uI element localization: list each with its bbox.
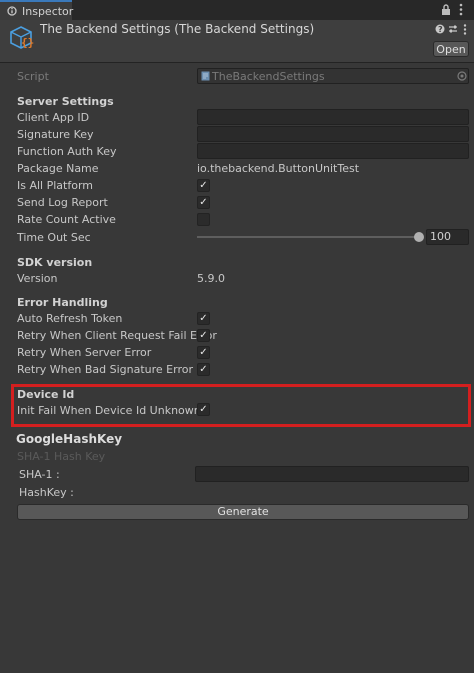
google-hash-key-heading: GoogleHashKey — [16, 432, 123, 446]
package-name-label: Package Name — [17, 162, 99, 175]
sha1-label: SHA-1 : — [19, 468, 60, 481]
retry-server-error-checkbox[interactable]: ✓ — [197, 346, 210, 359]
script-label: Script — [17, 70, 49, 83]
send-log-report-checkbox[interactable]: ✓ — [197, 196, 210, 209]
server-settings-heading: Server Settings — [17, 95, 114, 108]
init-fail-device-id-label: Init Fail When Device Id Unknown — [17, 404, 201, 417]
time-out-slider-track[interactable] — [197, 236, 420, 238]
init-fail-device-id-checkbox[interactable]: ✓ — [197, 403, 210, 416]
signature-key-label: Signature Key — [17, 128, 94, 141]
rate-count-active-checkbox[interactable] — [197, 213, 210, 226]
script-file-icon — [201, 71, 210, 84]
tab-label: Inspector — [22, 5, 74, 18]
check-icon: ✓ — [199, 347, 208, 358]
sha1-input[interactable] — [195, 466, 469, 482]
retry-bad-signature-label: Retry When Bad Signature Error — [17, 363, 193, 376]
kebab-menu-icon[interactable] — [459, 3, 463, 19]
retry-server-error-label: Retry When Server Error — [17, 346, 152, 359]
retry-client-request-checkbox[interactable]: ✓ — [197, 329, 210, 342]
open-button[interactable]: Open — [433, 41, 469, 57]
version-value: 5.9.0 — [197, 272, 225, 285]
package-name-value: io.thebackend.ButtonUnitTest — [197, 162, 360, 175]
version-label: Version — [17, 272, 58, 285]
auto-refresh-token-checkbox[interactable]: ✓ — [197, 312, 210, 325]
is-all-platform-label: Is All Platform — [17, 179, 93, 192]
sha1-hash-key-hint: SHA-1 Hash Key — [17, 450, 106, 463]
auto-refresh-token-label: Auto Refresh Token — [17, 312, 123, 325]
inspector-tab-icon — [7, 6, 17, 19]
send-log-report-label: Send Log Report — [17, 196, 108, 209]
check-icon: ✓ — [199, 330, 208, 341]
help-icon[interactable]: ? — [435, 24, 445, 37]
retry-client-request-label: Retry When Client Request Fail Error — [17, 329, 217, 342]
client-app-id-input[interactable] — [197, 109, 469, 125]
check-icon: ✓ — [199, 180, 208, 191]
script-value: TheBackendSettings — [212, 70, 325, 83]
function-auth-key-input[interactable] — [197, 143, 469, 159]
object-picker-icon[interactable] — [457, 71, 467, 84]
generate-button[interactable]: Generate — [17, 504, 469, 520]
signature-key-input[interactable] — [197, 126, 469, 142]
time-out-slider-handle[interactable] — [414, 232, 424, 242]
lock-icon[interactable] — [441, 4, 451, 19]
retry-bad-signature-checkbox[interactable]: ✓ — [197, 363, 210, 376]
scriptable-object-icon: {} — [8, 25, 34, 54]
check-icon: ✓ — [199, 313, 208, 324]
context-menu-icon[interactable] — [463, 24, 467, 38]
check-icon: ✓ — [199, 364, 208, 375]
tab-inspector[interactable]: Inspector — [0, 0, 74, 20]
error-handling-heading: Error Handling — [17, 296, 108, 309]
check-icon: ✓ — [199, 197, 208, 208]
svg-text:{}: {} — [21, 36, 34, 49]
page-title: The Backend Settings (The Backend Settin… — [40, 22, 315, 36]
rate-count-active-label: Rate Count Active — [17, 213, 116, 226]
is-all-platform-checkbox[interactable]: ✓ — [197, 179, 210, 192]
script-field[interactable]: TheBackendSettings — [197, 68, 469, 84]
check-icon: ✓ — [199, 404, 208, 415]
presets-icon[interactable] — [448, 24, 458, 37]
function-auth-key-label: Function Auth Key — [17, 145, 117, 158]
hashkey-label: HashKey : — [19, 486, 74, 499]
time-out-sec-label: Time Out Sec — [17, 231, 91, 244]
svg-text:?: ? — [438, 25, 443, 34]
device-id-heading: Device Id — [17, 388, 75, 401]
time-out-sec-input[interactable]: 100 — [426, 229, 469, 245]
client-app-id-label: Client App ID — [17, 111, 90, 124]
sdk-version-heading: SDK version — [17, 256, 93, 269]
